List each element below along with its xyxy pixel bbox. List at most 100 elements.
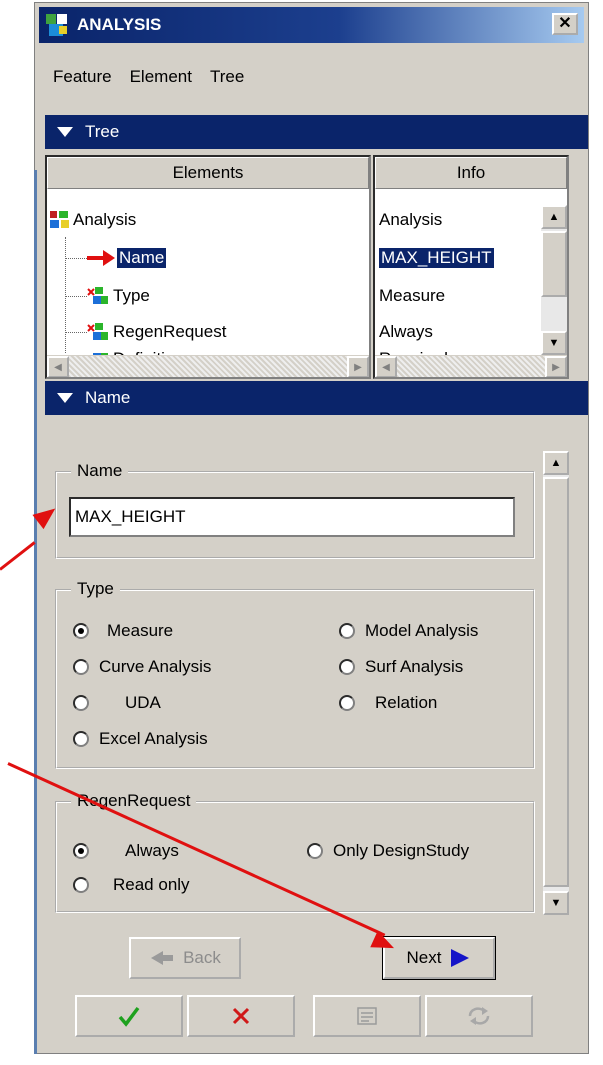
element-node-icon: [87, 287, 108, 304]
info-panel: Info Analysis MAX_HEIGHT Measure Always …: [373, 155, 569, 379]
name-input-value: MAX_HEIGHT: [75, 507, 186, 526]
name-section-title: Name: [85, 388, 131, 407]
scroll-right-button[interactable]: ▶: [347, 356, 369, 377]
info-vscrollbar[interactable]: ▲ ▼: [541, 205, 567, 355]
radio-measure[interactable]: Measure: [73, 621, 173, 641]
radio-surf-analysis[interactable]: Surf Analysis: [339, 657, 463, 677]
info-hscrollbar[interactable]: ◀ ▶: [375, 355, 567, 377]
radio-label: Only DesignStudy: [333, 841, 470, 860]
tree-connector: [65, 296, 87, 297]
back-label: Back: [183, 948, 221, 967]
chevron-right-icon: ▶: [552, 361, 560, 373]
radio-label: Excel Analysis: [99, 729, 208, 748]
next-arrow-icon: [451, 949, 470, 967]
chevron-right-icon: ▶: [354, 361, 362, 373]
info-cell: Always: [379, 317, 433, 347]
radio-label: Measure: [107, 621, 174, 640]
menu-tree[interactable]: Tree: [210, 67, 244, 87]
scroll-right-button[interactable]: ▶: [545, 356, 567, 377]
radio-label: Always: [125, 841, 179, 860]
radio-excel-analysis[interactable]: Excel Analysis: [73, 729, 208, 749]
name-section-vscrollbar[interactable]: ▲ ▼: [543, 451, 569, 915]
scroll-left-button[interactable]: ◀: [375, 356, 397, 377]
radio-curve-analysis[interactable]: Curve Analysis: [73, 657, 211, 677]
radio-dot: [73, 731, 89, 747]
radio-model-analysis[interactable]: Model Analysis: [339, 621, 478, 641]
scroll-thumb[interactable]: [543, 477, 569, 887]
radio-dot: [307, 843, 323, 859]
back-button[interactable]: Back: [129, 937, 241, 979]
collapse-triangle-icon: [57, 393, 73, 403]
scroll-up-button[interactable]: ▲: [543, 451, 569, 475]
info-column-title: Info: [456, 163, 486, 182]
info-button[interactable]: [313, 995, 421, 1037]
tree-item-type[interactable]: Type: [87, 281, 150, 311]
menu-element[interactable]: Element: [130, 67, 192, 87]
window-title: ANALYSIS: [77, 15, 162, 34]
radio-label: Curve Analysis: [99, 657, 212, 676]
tree-section-header[interactable]: Tree: [45, 115, 588, 149]
scroll-thumb[interactable]: [541, 231, 567, 297]
tree-item-label: Analysis: [73, 210, 137, 229]
info-text: Measure: [379, 286, 446, 305]
chevron-up-icon: ▲: [550, 457, 562, 469]
tree-connector: [65, 237, 66, 353]
radio-label: UDA: [125, 693, 161, 712]
info-column-header[interactable]: Info: [375, 157, 567, 189]
tree-item-label: Name: [117, 248, 167, 268]
radio-dot: [73, 877, 89, 893]
element-node-icon: [87, 323, 108, 340]
menu-feature[interactable]: Feature: [53, 67, 112, 87]
elements-hscrollbar[interactable]: ◀ ▶: [47, 355, 369, 377]
scroll-left-button[interactable]: ◀: [47, 356, 69, 377]
name-section-header[interactable]: Name: [45, 381, 588, 415]
name-input[interactable]: MAX_HEIGHT: [69, 497, 515, 537]
cancel-button[interactable]: [187, 995, 295, 1037]
chevron-left-icon: ◀: [54, 361, 62, 373]
next-button[interactable]: Next: [382, 936, 496, 980]
radio-relation[interactable]: Relation: [339, 693, 437, 713]
close-button[interactable]: ✕: [552, 13, 578, 35]
elements-column-title: Elements: [172, 163, 244, 182]
tree-connector: [65, 332, 87, 333]
collapse-triangle-icon: [57, 127, 73, 137]
menu-bar: Feature Element Tree: [39, 47, 584, 107]
next-label: Next: [406, 948, 442, 967]
tree-item-analysis[interactable]: Analysis: [49, 205, 136, 235]
info-cell: Measure: [379, 281, 445, 311]
elements-panel: Elements Analysis Name Type RegenRequest…: [45, 155, 371, 379]
left-edge-stripe: [34, 170, 37, 1054]
x-icon: [232, 1007, 250, 1025]
red-arrow-icon: [87, 250, 115, 266]
scroll-down-button[interactable]: ▼: [541, 331, 567, 355]
checkmark-icon: [118, 1006, 140, 1027]
tree-item-name[interactable]: Name: [87, 243, 167, 273]
app-icon: [45, 12, 71, 38]
radio-dot: [73, 659, 89, 675]
ok-button[interactable]: [75, 995, 183, 1037]
radio-uda[interactable]: UDA: [73, 693, 161, 713]
tree-connector: [65, 258, 87, 259]
radio-only-designstudy[interactable]: Only DesignStudy: [307, 841, 469, 861]
analysis-dialog: ANALYSIS ✕ Feature Element Tree Tree Ele…: [34, 2, 589, 1054]
radio-label: Read only: [113, 875, 190, 894]
repeat-button[interactable]: [425, 995, 533, 1037]
radio-label: Surf Analysis: [365, 657, 464, 676]
radio-always[interactable]: Always: [73, 841, 179, 861]
elements-column-header[interactable]: Elements: [47, 157, 369, 189]
radio-dot: [339, 659, 355, 675]
radio-read-only[interactable]: Read only: [73, 875, 190, 895]
title-bar[interactable]: ANALYSIS ✕: [39, 7, 584, 43]
tree-item-regenrequest[interactable]: RegenRequest: [87, 317, 226, 347]
type-group: Type Measure Model Analysis Curve Analys…: [55, 579, 535, 769]
scroll-up-button[interactable]: ▲: [541, 205, 567, 229]
radio-dot: [73, 623, 89, 639]
scroll-down-button[interactable]: ▼: [543, 891, 569, 915]
close-icon: ✕: [558, 15, 572, 32]
info-cell: MAX_HEIGHT: [379, 243, 494, 273]
chevron-down-icon: ▼: [548, 337, 560, 349]
info-cell: Analysis: [379, 205, 442, 235]
info-icon: [357, 1007, 377, 1025]
info-text: Analysis: [379, 210, 443, 229]
repeat-icon: [468, 1007, 490, 1025]
